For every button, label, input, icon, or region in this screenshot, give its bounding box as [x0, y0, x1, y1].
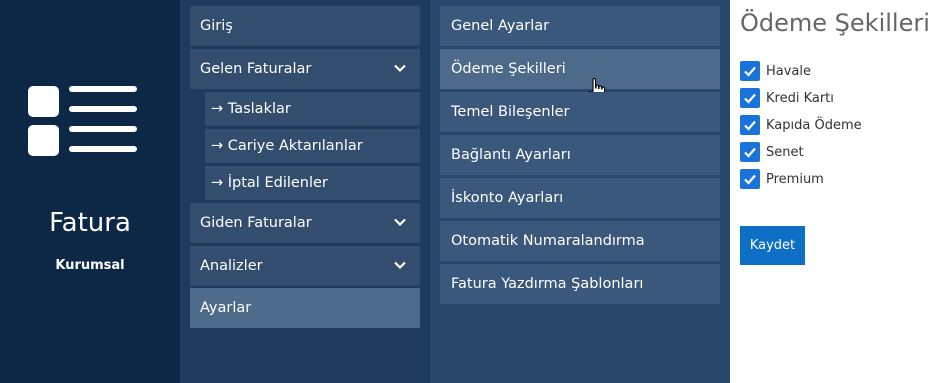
settings-item-label: Bağlantı Ayarları — [451, 147, 571, 163]
chevron-down-icon — [394, 64, 406, 73]
settings-item-genel-ayarlar[interactable]: Genel Ayarlar — [440, 6, 720, 46]
option-label: Premium — [766, 171, 824, 187]
option-label: Havale — [766, 63, 812, 79]
settings-item-temel-bilesenler[interactable]: Temel Bileşenler — [440, 92, 720, 132]
checkbox-havale[interactable] — [740, 61, 760, 81]
nav-item-label: Giden Faturalar — [200, 215, 312, 231]
option-label: Kredi Kartı — [766, 90, 834, 106]
settings-item-fatura-yazdirma-sablonlari[interactable]: Fatura Yazdırma Şablonları — [440, 264, 720, 304]
nav-item-label: Gelen Faturalar — [200, 61, 312, 77]
brand-title: Fatura — [49, 208, 131, 238]
nav-item-gelen-faturalar[interactable]: Gelen Faturalar — [190, 49, 420, 89]
nav-item-label: Ayarlar — [200, 300, 252, 316]
nav-subitem-taslaklar[interactable]: → Taslaklar — [205, 92, 420, 126]
settings-item-otomatik-numaralandirma[interactable]: Otomatik Numaralandırma — [440, 221, 720, 261]
settings-menu: Genel Ayarlar Ödeme Şekilleri Temel Bile… — [430, 0, 730, 383]
settings-item-iskonto-ayarlari[interactable]: İskonto Ayarları — [440, 178, 720, 218]
option-label: Kapıda Ödeme — [766, 117, 862, 133]
checkbox-kapida-odeme[interactable] — [740, 115, 760, 135]
checkmark-icon — [744, 174, 756, 185]
option-havale: Havale — [740, 61, 811, 81]
nav-item-label: → İptal Edilenler — [211, 175, 328, 191]
nav-item-label: → Taslaklar — [211, 101, 291, 117]
nav-item-label: Giriş — [200, 18, 233, 34]
main-nav: Giriş Gelen Faturalar → Taslaklar → Cari… — [180, 0, 430, 383]
settings-item-odeme-sekilleri[interactable]: Ödeme Şekilleri — [440, 49, 720, 102]
option-label: Senet — [766, 144, 804, 160]
nav-subitem-cariye-aktarilanlar[interactable]: → Cariye Aktarılanlar — [205, 129, 420, 163]
checkbox-premium[interactable] — [740, 169, 760, 189]
save-button[interactable]: Kaydet — [740, 226, 805, 265]
checkmark-icon — [744, 147, 756, 158]
settings-item-label: Temel Bileşenler — [451, 104, 570, 120]
nav-item-giden-faturalar[interactable]: Giden Faturalar — [190, 203, 420, 243]
settings-item-label: Ödeme Şekilleri — [451, 61, 566, 77]
checkmark-icon — [744, 93, 756, 104]
brand-subtitle: Kurumsal — [55, 258, 125, 273]
option-premium: Premium — [740, 169, 824, 189]
settings-item-label: Otomatik Numaralandırma — [451, 233, 645, 249]
option-senet: Senet — [740, 142, 804, 162]
settings-item-label: İskonto Ayarları — [451, 190, 564, 206]
chevron-down-icon — [394, 218, 406, 227]
brand-panel: Fatura Kurumsal — [0, 0, 180, 383]
option-kapida-odeme: Kapıda Ödeme — [740, 115, 862, 135]
settings-item-label: Fatura Yazdırma Şablonları — [451, 276, 644, 292]
nav-subitem-iptal-edilenler[interactable]: → İptal Edilenler — [205, 166, 420, 200]
nav-item-analizler[interactable]: Analizler — [190, 246, 420, 286]
nav-item-ayarlar[interactable]: Ayarlar — [190, 288, 420, 328]
checkmark-icon — [744, 66, 756, 77]
chevron-down-icon — [394, 261, 406, 270]
option-kredi-karti: Kredi Kartı — [740, 88, 834, 108]
content-panel: Ödeme Şekilleri Havale Kredi Kartı Kapıd… — [730, 0, 950, 383]
nav-item-label: → Cariye Aktarılanlar — [211, 138, 363, 154]
nav-item-giris[interactable]: Giriş — [190, 6, 420, 46]
checkbox-senet[interactable] — [740, 142, 760, 162]
invoice-list-icon — [28, 84, 140, 160]
settings-item-baglanti-ayarlari[interactable]: Bağlantı Ayarları — [440, 135, 720, 175]
checkbox-kredi-karti[interactable] — [740, 88, 760, 108]
settings-item-label: Genel Ayarlar — [451, 18, 550, 34]
page-title: Ödeme Şekilleri — [740, 9, 930, 37]
nav-item-label: Analizler — [200, 258, 263, 274]
checkmark-icon — [744, 120, 756, 131]
